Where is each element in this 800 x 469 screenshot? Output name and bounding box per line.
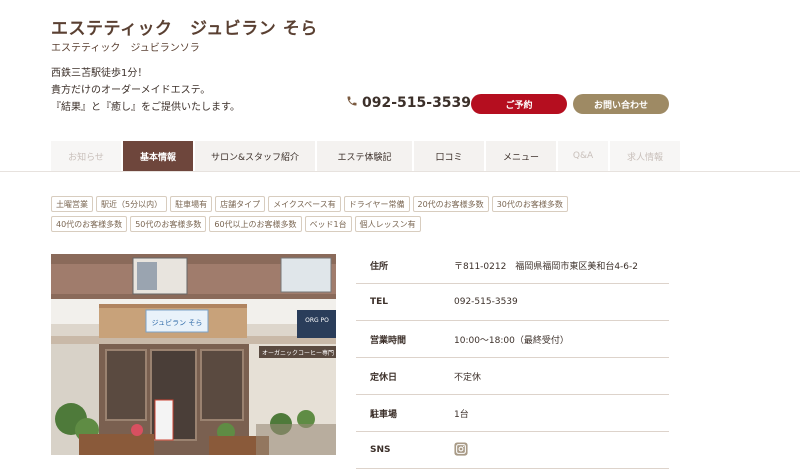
description-line: 西鉄三苫駅徒歩1分！ [51,68,148,79]
basic-info-table: 住所 〒811-0212 福岡県福岡市東区美和台4-6-2 TEL 092-51… [356,247,669,469]
info-label: 住所 [370,261,389,272]
info-row-address: 住所 〒811-0212 福岡県福岡市東区美和台4-6-2 [356,247,669,284]
tab-basic-info[interactable]: 基本情報 [123,141,193,171]
nav-divider [0,171,800,172]
info-row-holiday: 定休日 不定休 [356,358,669,395]
main-nav: お知らせ 基本情報 サロン&スタッフ紹介 エステ体験記 口コミ メニュー Q&A… [51,141,682,171]
phone-text: 092-515-3539 [362,95,472,111]
feature-tag: 駐車場有 [170,196,213,212]
feature-tag: 40代のお客様多数 [51,216,128,232]
feature-tag: メイクスペース有 [268,196,341,212]
site-subtitle: エステティック ジュビランソラ [51,43,200,54]
tab-salon-staff[interactable]: サロン&スタッフ紹介 [195,141,315,171]
feature-tags: 土曜営業 駅近（5分以内） 駐車場有 店舗タイプ メイクスペース有 ドライヤー常… [51,196,611,236]
feature-tag: 60代以上のお客様多数 [209,216,302,232]
site-title: エステティック ジュビラン そら [51,19,318,39]
tab-news[interactable]: お知らせ [51,141,121,171]
info-value: 〒811-0212 福岡県福岡市東区美和台4-6-2 [454,261,639,272]
feature-tag: 50代のお客様多数 [130,216,207,232]
info-label: 定休日 [370,372,398,383]
salon-description: 西鉄三苫駅徒歩1分！ 貴方だけのオーダーメイドエステ。 『結果』と『癒し』をご提… [51,65,240,116]
description-line: 『結果』と『癒し』をご提供いたします。 [51,102,240,113]
tab-qa[interactable]: Q&A [558,141,608,171]
feature-tag: 駅近（5分以内） [96,196,168,212]
inquiry-button[interactable]: お問い合わせ [573,94,669,114]
reserve-button[interactable]: ご予約 [471,94,567,114]
info-value: 1台 [454,409,469,420]
info-value: 不定休 [454,372,482,383]
info-label: TEL [370,297,389,307]
tab-reviews[interactable]: 口コミ [414,141,484,171]
info-value: 10:00〜18:00（最終受付） [454,335,569,346]
info-label: 営業時間 [370,335,407,346]
info-value[interactable]: 092-515-3539 [454,297,669,307]
info-row-sns: SNS [356,432,669,469]
feature-tag: 30代のお客様多数 [491,196,568,212]
phone-number[interactable]: 092-515-3539 [346,95,471,111]
storefront-photo: ジュビラン そら ORG PO オーガニックコーヒー専門 [51,254,336,455]
tab-recruit[interactable]: 求人情報 [610,141,680,171]
coffee-sign: オーガニックコーヒー専門 [262,349,334,357]
feature-tag: 20代のお客様多数 [412,196,489,212]
info-label: 駐車場 [370,409,398,420]
description-line: 貴方だけのオーダーメイドエステ。 [51,85,211,96]
tab-menu[interactable]: メニュー [486,141,556,171]
tab-experience[interactable]: エステ体験記 [317,141,412,171]
feature-tag: 個人レッスン有 [354,216,421,232]
feature-tag: ベッド1台 [304,216,352,232]
info-label: SNS [370,445,391,455]
storefront-sign: ジュビラン そら [152,318,203,327]
feature-tag: 土曜営業 [51,196,93,212]
shop-sign: ORG PO [305,317,329,324]
feature-tag: 店舗タイプ [215,196,266,212]
info-row-hours: 営業時間 10:00〜18:00（最終受付） [356,321,669,358]
feature-tag: ドライヤー常備 [343,196,410,212]
phone-icon [346,95,358,111]
info-row-parking: 駐車場 1台 [356,395,669,432]
instagram-icon[interactable] [454,441,468,459]
info-row-tel: TEL 092-515-3539 [356,284,669,321]
